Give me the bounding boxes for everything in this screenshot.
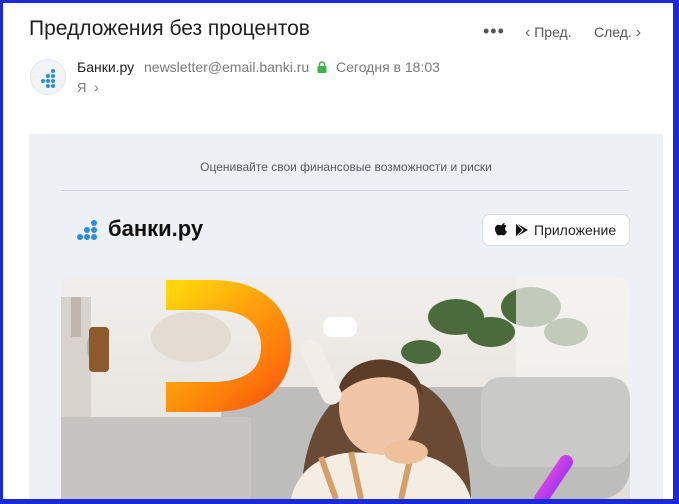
- sender-name[interactable]: Банки.ру: [77, 59, 134, 75]
- app-download-button[interactable]: Приложение: [482, 214, 630, 246]
- next-email-button[interactable]: След. ›: [594, 24, 641, 42]
- preheader-text: Оценивайте свои финансовые возможности и…: [200, 160, 492, 174]
- app-button-label: Приложение: [534, 222, 617, 238]
- banki-logo-mark-icon: [77, 220, 103, 246]
- recipient-toggle[interactable]: Я ›: [77, 79, 99, 95]
- chevron-right-icon: ›: [94, 79, 99, 95]
- prev-email-button[interactable]: ‹ Пред.: [525, 24, 572, 42]
- recipient-label: Я: [77, 80, 87, 95]
- divider: [61, 190, 629, 191]
- hero-illustration: [61, 277, 630, 499]
- prev-label: Пред.: [534, 24, 572, 40]
- chevron-left-icon: ‹: [525, 24, 531, 41]
- apple-icon: [495, 223, 507, 236]
- sender-email[interactable]: newsletter@email.banki.ru: [144, 59, 309, 75]
- more-dots-icon[interactable]: •••: [483, 21, 505, 42]
- hero-image: [61, 277, 630, 499]
- logo-text: банки.ру: [108, 216, 204, 241]
- email-subject: Предложения без процентов: [29, 17, 310, 40]
- email-body: Оценивайте свои финансовые возможности и…: [29, 134, 663, 499]
- next-label: След.: [594, 24, 632, 40]
- sender-avatar[interactable]: [30, 59, 66, 95]
- play-store-icon: [516, 223, 528, 237]
- sent-date: Сегодня в 18:03: [336, 59, 440, 75]
- lock-icon: [317, 61, 327, 73]
- chevron-right-icon: ›: [635, 24, 642, 41]
- email-viewer: Предложения без процентов ••• ‹ Пред. Сл…: [3, 3, 673, 499]
